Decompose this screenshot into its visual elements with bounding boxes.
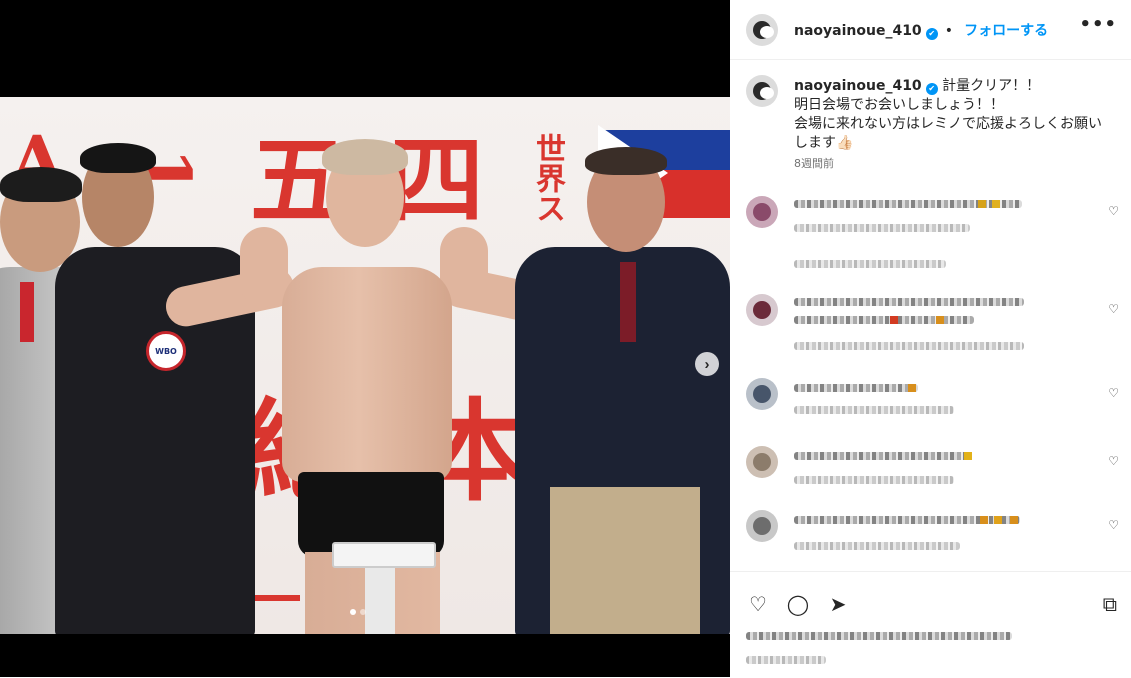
avatar[interactable] <box>746 196 778 228</box>
comment-meta <box>794 406 954 414</box>
like-icon[interactable]: ♡ <box>746 592 770 616</box>
banner-char: 世界ス <box>530 133 565 223</box>
scale <box>365 564 395 634</box>
comment-item: ♡ <box>730 446 1131 496</box>
comment-item: ♡ <box>730 510 1131 560</box>
username-link[interactable]: naoyainoue_410 <box>794 23 922 39</box>
post-header: naoyainoue_410 ✔ • フォローする ••• <box>730 0 1131 60</box>
post-photo: A 1 2 四 五 世界ス 紀 本 WBO <box>0 97 730 634</box>
comment-meta <box>794 342 1024 350</box>
heart-icon[interactable]: ♡ <box>1108 454 1119 468</box>
caption-line: 会場に来れない方はレミノで応援よろしくお願い <box>794 116 1102 132</box>
comment-icon[interactable]: ◯ <box>786 592 810 616</box>
boxer <box>282 267 452 482</box>
caption-username[interactable]: naoyainoue_410 <box>794 78 922 94</box>
post-date <box>746 656 826 664</box>
comment-item: ♡ <box>730 378 1131 428</box>
caption-line: 明日会場でお会いしましょう！！ <box>794 97 1004 113</box>
post-timestamp: 8週間前 <box>794 157 834 170</box>
avatar[interactable] <box>746 378 778 410</box>
heart-icon[interactable]: ♡ <box>1108 518 1119 532</box>
comment-item: ♡ <box>730 196 1131 246</box>
comment-text <box>794 384 918 392</box>
view-replies[interactable] <box>794 260 946 268</box>
caption-line: 計量クリア！！ <box>942 78 1041 94</box>
carousel-dot <box>360 609 366 615</box>
comment-text <box>794 298 1024 306</box>
more-options-icon[interactable]: ••• <box>1079 14 1117 35</box>
wbo-badge: WBO <box>146 331 186 371</box>
next-slide-button[interactable]: › <box>695 352 719 376</box>
avatar[interactable] <box>746 510 778 542</box>
heart-icon[interactable]: ♡ <box>1108 386 1119 400</box>
avatar[interactable] <box>746 14 778 46</box>
heart-icon[interactable]: ♡ <box>1108 302 1119 316</box>
avatar[interactable] <box>746 294 778 326</box>
comment-item: ♡ <box>730 294 1131 350</box>
avatar[interactable] <box>746 446 778 478</box>
share-icon[interactable]: ➤ <box>826 592 850 616</box>
heart-icon[interactable]: ♡ <box>1108 204 1119 218</box>
verified-icon: ✔ <box>925 28 938 40</box>
comment-meta <box>794 542 960 550</box>
post-actions: ♡ ◯ ➤ ⧉ <box>730 571 1131 678</box>
carousel-dot <box>350 609 356 615</box>
comment-text <box>794 200 1022 208</box>
post-side-panel: naoyainoue_410 ✔ • フォローする ••• naoyainoue_… <box>730 0 1131 677</box>
bookmark-icon[interactable]: ⧉ <box>1103 592 1117 616</box>
comment-text <box>794 452 970 460</box>
follow-button[interactable]: フォローする <box>964 23 1048 39</box>
avatar[interactable] <box>746 75 778 107</box>
likes-count[interactable] <box>746 632 1012 640</box>
media-viewer: A 1 2 四 五 世界ス 紀 本 WBO <box>0 0 730 677</box>
comment-meta <box>794 224 970 232</box>
caption-line: します👍🏻 <box>794 135 854 151</box>
verified-icon: ✔ <box>925 83 938 95</box>
carousel-dots <box>350 609 366 615</box>
comment-meta <box>794 476 954 484</box>
